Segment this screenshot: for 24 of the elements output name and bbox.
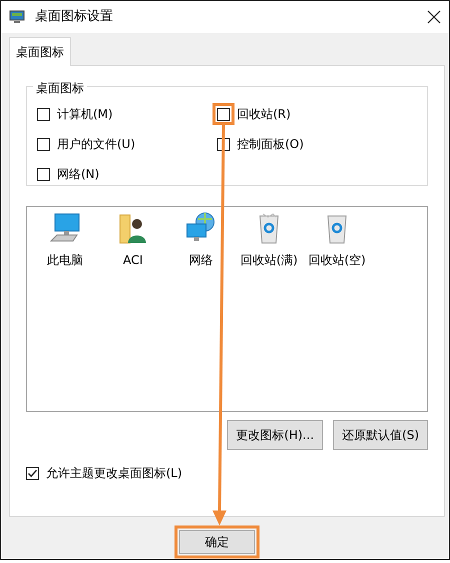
checkbox-icon bbox=[217, 108, 230, 120]
checkbox-icon bbox=[37, 168, 50, 180]
group-title: 桌面图标 bbox=[33, 79, 87, 97]
checkbox[interactable]: 用户的文件(U) bbox=[37, 135, 217, 153]
window-title: 桌面图标设置 bbox=[35, 8, 114, 26]
button[interactable]: 更改图标(H)... bbox=[227, 420, 324, 450]
checkbox[interactable]: 计算机(M) bbox=[37, 105, 217, 123]
monitor-icon bbox=[9, 10, 25, 24]
checkbox[interactable]: 控制面板(O) bbox=[217, 135, 397, 153]
checkbox[interactable]: 网络(N) bbox=[37, 165, 217, 183]
icon-label[interactable]: 网络 bbox=[189, 251, 213, 269]
checkbox-icon bbox=[37, 138, 50, 150]
button[interactable]: 还原默认值(S) bbox=[333, 420, 428, 450]
checkbox[interactable]: 允许主题更改桌面图标(L) bbox=[26, 464, 182, 482]
checkbox-icon bbox=[37, 108, 50, 120]
close-icon[interactable] bbox=[427, 10, 441, 24]
checkbox[interactable]: 回收站(R) bbox=[217, 105, 397, 123]
tab[interactable]: 桌面图标 bbox=[9, 37, 71, 66]
icon-label[interactable]: ACI bbox=[123, 251, 143, 269]
icon-label[interactable]: 此电脑 bbox=[47, 251, 83, 269]
ok-button[interactable]: 确定 bbox=[179, 530, 255, 554]
icon-label[interactable]: 回收站(空) bbox=[308, 251, 366, 269]
icon-label[interactable]: 回收站(满) bbox=[240, 251, 298, 269]
checkbox-icon bbox=[26, 466, 39, 480]
